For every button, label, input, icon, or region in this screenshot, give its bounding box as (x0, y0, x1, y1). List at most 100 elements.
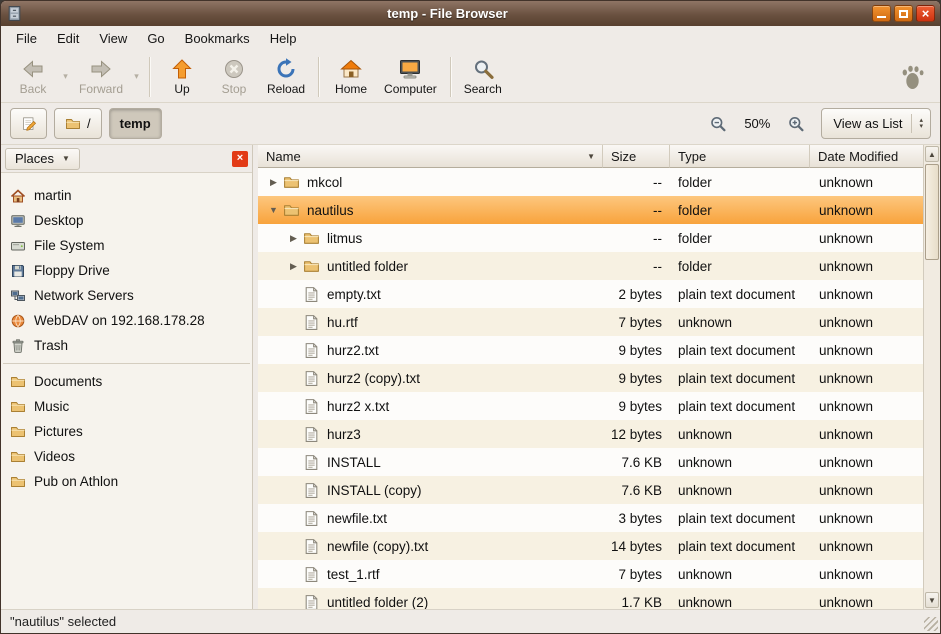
sidebar-place-item[interactable]: Pub on Athlon (1, 469, 252, 494)
place-label: martin (34, 188, 72, 203)
forward-history-dropdown[interactable]: ▾ (130, 71, 143, 82)
file-row[interactable]: hu.rtf 7 bytes unknown unknown (258, 308, 923, 336)
minimize-icon (877, 16, 886, 18)
file-row[interactable]: untitled folder (2) 1.7 KB unknown unkno… (258, 588, 923, 609)
column-headers: Name ▼ Size Type Date Modified (258, 145, 923, 168)
expander-collapsed-icon[interactable]: ▶ (264, 177, 283, 188)
vertical-scrollbar[interactable]: ▲ ▼ (923, 145, 940, 609)
network-icon (10, 288, 26, 304)
scroll-down-button[interactable]: ▼ (925, 592, 939, 608)
back-group: Back▾ (7, 51, 72, 102)
search-icon (471, 57, 495, 81)
file-size: 12 bytes (603, 427, 670, 442)
zoom-out-icon (709, 115, 727, 133)
titlebar[interactable]: temp - File Browser × (1, 1, 940, 26)
sidebar-place-item[interactable]: Documents (1, 369, 252, 394)
sidebar-place-item[interactable]: Floppy Drive (1, 258, 252, 283)
maximize-button[interactable] (894, 5, 913, 22)
sidebar-place-item[interactable]: Network Servers (1, 283, 252, 308)
zoom-out-button[interactable] (704, 110, 732, 138)
back-history-dropdown[interactable]: ▾ (59, 71, 72, 82)
name-cell: newfile.txt (258, 510, 603, 527)
path-button-root[interactable]: / (54, 108, 102, 139)
file-name: untitled folder (327, 259, 408, 274)
sidebar-place-item[interactable]: WebDAV on 192.168.178.28 (1, 308, 252, 333)
file-row[interactable]: ▼ nautilus -- folder unknown (258, 196, 923, 224)
place-label: Desktop (34, 213, 84, 228)
sidebar-place-item[interactable]: Pictures (1, 419, 252, 444)
column-header-date-modified[interactable]: Date Modified (810, 145, 923, 168)
file-row[interactable]: hurz3 12 bytes unknown unknown (258, 420, 923, 448)
column-header-type[interactable]: Type (670, 145, 810, 168)
file-row[interactable]: INSTALL (copy) 7.6 KB unknown unknown (258, 476, 923, 504)
menu-edit[interactable]: Edit (48, 28, 88, 49)
home-button[interactable]: Home (325, 54, 377, 100)
places-sidebar: Places ▼ × martin Desktop File System Fl… (1, 145, 253, 609)
menu-go[interactable]: Go (138, 28, 173, 49)
name-cell: hurz2 x.txt (258, 398, 603, 415)
file-row[interactable]: INSTALL 7.6 KB unknown unknown (258, 448, 923, 476)
file-row[interactable]: hurz2 x.txt 9 bytes plain text document … (258, 392, 923, 420)
forward-button[interactable]: Forward (72, 54, 130, 100)
expander-expanded-icon[interactable]: ▼ (264, 205, 283, 215)
reload-button[interactable]: Reload (260, 54, 312, 100)
file-date-modified: unknown (810, 595, 923, 610)
file-row[interactable]: empty.txt 2 bytes plain text document un… (258, 280, 923, 308)
close-button[interactable]: × (916, 5, 935, 22)
sidebar-place-item[interactable]: Trash (1, 333, 252, 358)
expander-collapsed-icon[interactable]: ▶ (284, 233, 303, 244)
zoom-in-button[interactable] (782, 110, 810, 138)
minimize-button[interactable] (872, 5, 891, 22)
file-name: INSTALL (327, 455, 381, 470)
scrollbar-track[interactable] (925, 163, 939, 591)
sidebar-place-item[interactable]: Music (1, 394, 252, 419)
menu-view[interactable]: View (90, 28, 136, 49)
file-date-modified: unknown (810, 483, 923, 498)
sidebar-place-item[interactable]: Desktop (1, 208, 252, 233)
file-row[interactable]: test_1.rtf 7 bytes unknown unknown (258, 560, 923, 588)
file-name: empty.txt (327, 287, 381, 302)
sidebar-place-item[interactable]: Videos (1, 444, 252, 469)
sidebar-place-item[interactable]: File System (1, 233, 252, 258)
menu-help[interactable]: Help (261, 28, 306, 49)
filesystem-icon (10, 238, 26, 254)
file-row[interactable]: ▶ untitled folder -- folder unknown (258, 252, 923, 280)
floppy-icon (10, 263, 26, 279)
file-row[interactable]: newfile (copy).txt 14 bytes plain text d… (258, 532, 923, 560)
expander-collapsed-icon[interactable]: ▶ (284, 261, 303, 272)
view-mode-selector[interactable]: View as List ▴▾ (821, 108, 931, 139)
name-cell: ▶ litmus (258, 230, 603, 247)
file-size: 7.6 KB (603, 483, 670, 498)
places-label: Places (15, 151, 54, 166)
place-label: File System (34, 238, 105, 253)
up-button[interactable]: Up (156, 54, 208, 100)
toggle-location-entry-button[interactable] (10, 108, 47, 139)
file-row[interactable]: hurz2 (copy).txt 9 bytes plain text docu… (258, 364, 923, 392)
computer-button[interactable]: Computer (377, 54, 444, 100)
menu-bookmarks[interactable]: Bookmarks (176, 28, 259, 49)
file-type: plain text document (670, 399, 810, 414)
scrollbar-thumb[interactable] (925, 164, 939, 260)
file-name: litmus (327, 231, 362, 246)
scroll-up-button[interactable]: ▲ (925, 146, 939, 162)
file-row[interactable]: ▶ litmus -- folder unknown (258, 224, 923, 252)
back-button[interactable]: Back (7, 54, 59, 100)
column-header-name[interactable]: Name ▼ (258, 145, 603, 168)
reload-icon (274, 57, 298, 81)
file-browser-window: temp - File Browser × File Edit View Go … (0, 0, 941, 634)
file-row[interactable]: hurz2.txt 9 bytes plain text document un… (258, 336, 923, 364)
path-button-current[interactable]: temp (109, 108, 162, 139)
file-row[interactable]: ▶ mkcol -- folder unknown (258, 168, 923, 196)
file-type: plain text document (670, 539, 810, 554)
close-sidebar-button[interactable]: × (232, 151, 248, 167)
computer-group: Computer (377, 51, 444, 102)
stop-button[interactable]: Stop (208, 54, 260, 100)
column-header-size[interactable]: Size (603, 145, 670, 168)
sidebar-place-item[interactable]: martin (1, 183, 252, 208)
menu-file[interactable]: File (7, 28, 46, 49)
search-button[interactable]: Search (457, 54, 509, 100)
resize-grip[interactable] (924, 617, 938, 631)
file-row[interactable]: newfile.txt 3 bytes plain text document … (258, 504, 923, 532)
places-selector[interactable]: Places ▼ (5, 148, 80, 170)
computer-label: Computer (384, 82, 437, 96)
